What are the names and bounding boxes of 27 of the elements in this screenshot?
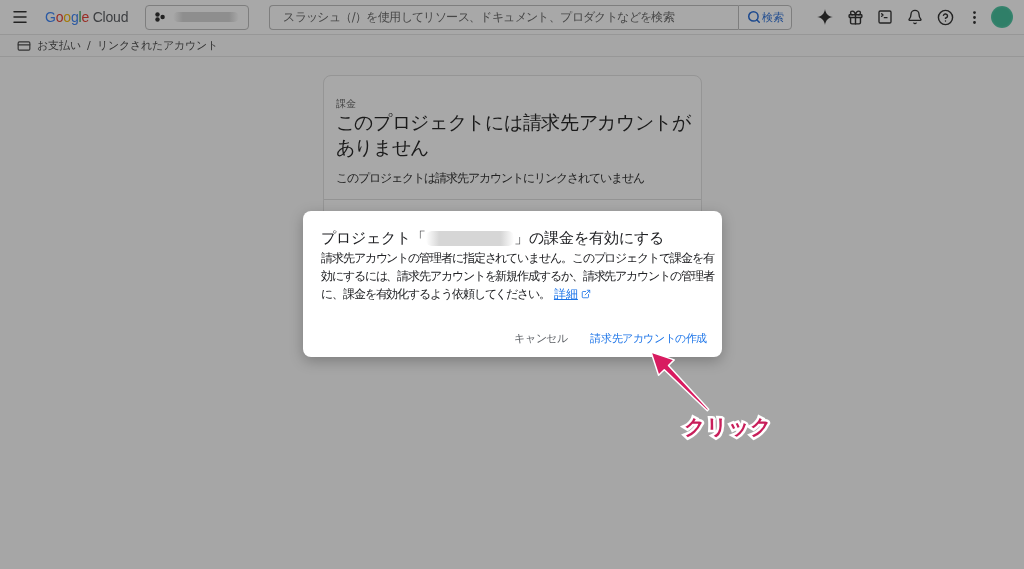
search-button[interactable]: 検索: [738, 4, 793, 30]
dialog-title: 」の課金を有効にする: [514, 228, 664, 249]
external-link-icon: [580, 289, 591, 299]
search-icon: [746, 10, 761, 24]
node-dots-icon: [155, 12, 166, 22]
breadcrumb-separator: /: [87, 39, 91, 52]
card-subtitle: このプロジェクトは請求先アカウントにリンクされていません: [335, 170, 645, 186]
sparkle-icon[interactable]: [817, 9, 834, 25]
terminal-icon[interactable]: [877, 9, 894, 25]
create-account-button[interactable]: 請求先アカウントの作成: [582, 324, 715, 352]
card-title: このプロジェクトには請求先アカウントがありません: [335, 111, 692, 160]
breadcrumb-link[interactable]: お支払い: [37, 38, 81, 53]
details-link[interactable]: 詳細: [553, 285, 591, 303]
bell-icon[interactable]: [907, 9, 924, 25]
credit-card-icon: [17, 38, 31, 53]
blurred-project-name: [173, 12, 240, 22]
gift-icon[interactable]: [846, 8, 864, 26]
menu-icon[interactable]: [11, 8, 29, 26]
card-eyebrow: 課金: [335, 98, 357, 110]
cancel-button[interactable]: キャンセル: [506, 324, 576, 352]
help-icon[interactable]: [936, 8, 954, 26]
google-cloud-logo[interactable]: Google Cloud: [45, 9, 129, 25]
breadcrumb-current: リンクされたアカウント: [96, 38, 218, 53]
search-field[interactable]: スラッシュ（/）を使用してリソース、ドキュメント、プロダクトなどを検索: [269, 4, 739, 30]
click-annotation-label: クリック: [683, 414, 773, 441]
dialog-title: プロジェクト「: [321, 228, 426, 249]
dialog-message: 請求先アカウントの管理者に指定されていません。このプロジェクトで課金を有効にするには、請求先アカウントを新規作成するか、請求先アカウントの管理者に、課金を有効化するよう依頼してください。 詳細: [321, 250, 715, 303]
